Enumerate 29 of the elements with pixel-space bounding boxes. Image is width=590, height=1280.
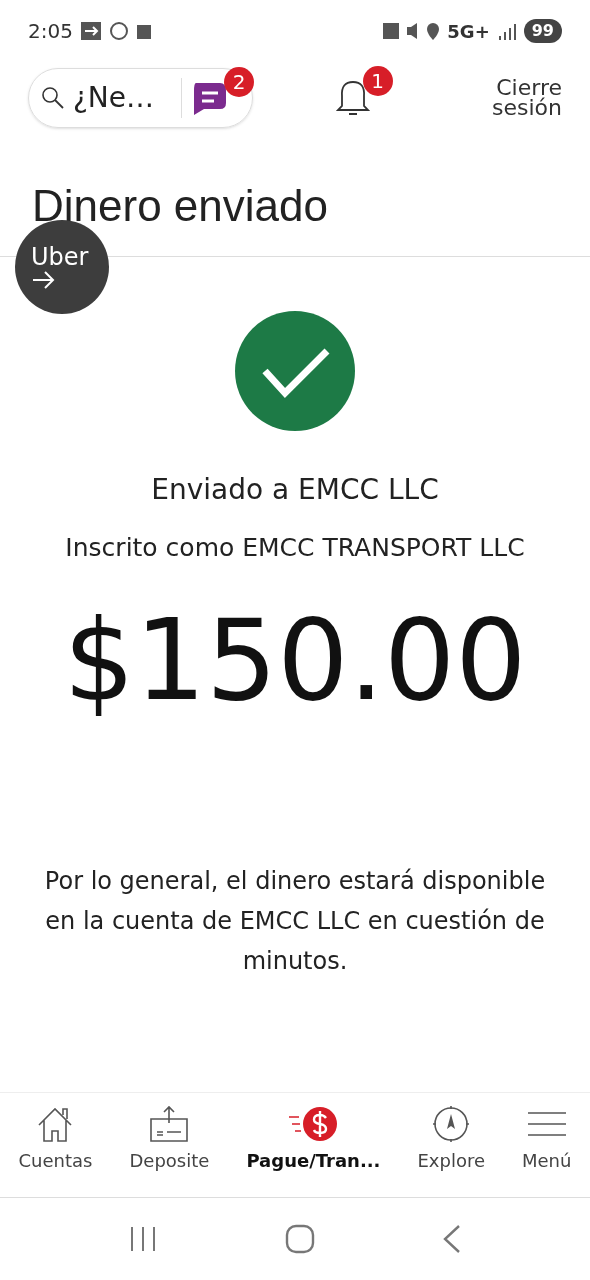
checkmark-icon [235, 311, 355, 431]
availability-note: Por lo general, el dinero estará disponible en la cuenta de EMCC LLC en cuestión de minutos. [43, 865, 547, 977]
nav-tab[interactable]: Deposite [129, 1105, 210, 1174]
location-pin-icon [427, 22, 440, 40]
nav-tab[interactable]: Menú [522, 1105, 572, 1174]
logout-link[interactable]: Cierre sesión [482, 78, 562, 118]
arrow-icon [31, 270, 57, 290]
search-input[interactable]: ¿Ne… [73, 77, 173, 119]
home-icon[interactable] [285, 1224, 315, 1254]
amount-text: $150.00 [63, 594, 527, 725]
network-label: 5G+ [447, 19, 490, 44]
registered-name: Inscrito como EMCC TRANSPORT LLC [65, 532, 525, 564]
arrow-box-icon [80, 21, 101, 41]
notification-badge: 1 [362, 66, 393, 96]
uber-bubble[interactable]: Uber [15, 220, 109, 314]
bell-icon[interactable] [334, 78, 371, 118]
nav-tab[interactable]: Pague/Tran... [246, 1105, 381, 1174]
nav-tab[interactable]: Explore [417, 1105, 485, 1174]
search-icon [41, 86, 65, 110]
compass-icon [431, 1105, 472, 1143]
nav-tab[interactable]: Cuentas [18, 1105, 93, 1174]
signal-icon [497, 22, 516, 40]
mute-icon [407, 23, 420, 39]
battery-indicator: 99 [523, 19, 562, 43]
status-time: 2:05 [28, 18, 73, 45]
upload-icon [149, 1105, 190, 1143]
recipient-text: Enviado a EMCC LLC [151, 472, 439, 508]
dollar-icon [287, 1105, 340, 1143]
chat-badge: 2 [224, 67, 254, 97]
